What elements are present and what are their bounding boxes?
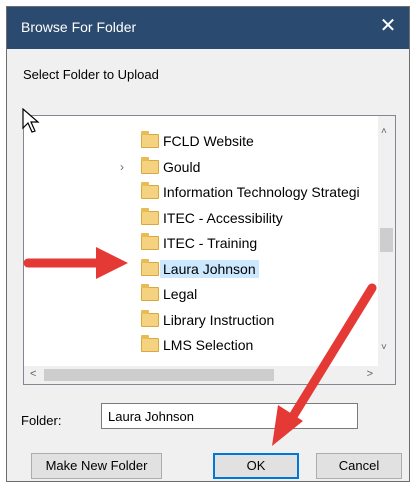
folder-icon [141, 284, 159, 301]
tree-item-label: LMS Selection [163, 337, 254, 353]
folder-icon [141, 182, 159, 199]
folder-icon [141, 335, 159, 352]
scroll-up-icon[interactable]: ˄ [381, 126, 387, 137]
dialog-title: Browse For Folder [21, 19, 137, 35]
folder-icon [141, 207, 159, 225]
vertical-scroll-thumb[interactable] [380, 228, 393, 252]
cancel-button[interactable]: Cancel [316, 453, 402, 479]
make-new-folder-button[interactable]: Make New Folder [31, 453, 162, 479]
chevron-right-icon[interactable]: › [120, 160, 124, 174]
tree-item-label: ITEC - Training [163, 235, 258, 251]
tree-item[interactable]: Library Instruction [24, 309, 377, 335]
tree-item-label: FCLD Website [163, 133, 254, 149]
folder-icon [141, 233, 159, 250]
tree-item[interactable]: › Gould [24, 156, 377, 182]
tree-item[interactable]: ITEC - Training [24, 232, 377, 258]
tree-item-label: Library Instruction [163, 311, 275, 328]
tree-item-label: Legal [163, 286, 198, 302]
folder-icon [141, 258, 159, 276]
folder-tree[interactable]: FCLD Website › Gould Information Technology… [23, 115, 396, 385]
scroll-right-icon[interactable]: > [367, 368, 373, 380]
horizontal-scroll-thumb[interactable] [44, 369, 274, 381]
vertical-scrollbar[interactable]: ˄ ˅ [378, 116, 395, 368]
tree-item[interactable]: Laura Johnson [24, 258, 377, 284]
folder-name-field[interactable]: Laura Johnson [101, 403, 358, 429]
instruction-text: Select Folder to Upload [23, 67, 159, 82]
folder-field-label: Folder: [21, 413, 62, 428]
tree-item-label: ITEC - Accessibility [163, 209, 283, 226]
tree-item-label: Laura Johnson [160, 259, 259, 278]
folder-tree-rows: FCLD Website › Gould Information Technology… [24, 130, 377, 360]
title-bar: Browse For Folder ✕ [7, 7, 409, 49]
close-icon[interactable]: ✕ [377, 15, 399, 37]
tree-item[interactable]: FCLD Website [24, 130, 377, 156]
scroll-left-icon[interactable]: < [30, 368, 36, 380]
mouse-pointer-icon [22, 108, 40, 133]
tree-item[interactable]: Legal [24, 283, 377, 309]
tree-item-label: Information Technology Strategi [163, 184, 360, 200]
browse-for-folder-dialog: Browse For Folder ✕ Select Folder to Upl… [6, 6, 410, 482]
horizontal-scrollbar[interactable]: < > [24, 366, 395, 384]
tree-item[interactable]: ITEC - Accessibility [24, 207, 377, 233]
folder-icon [141, 156, 159, 174]
folder-icon [141, 309, 159, 327]
tree-item[interactable]: Information Technology Strategi [24, 181, 377, 207]
folder-icon [141, 131, 159, 148]
tree-item[interactable]: LMS Selection [24, 334, 377, 360]
scroll-down-icon[interactable]: ˅ [381, 342, 387, 353]
ok-button[interactable]: OK [213, 453, 299, 479]
tree-item-label: Gould [163, 158, 201, 175]
